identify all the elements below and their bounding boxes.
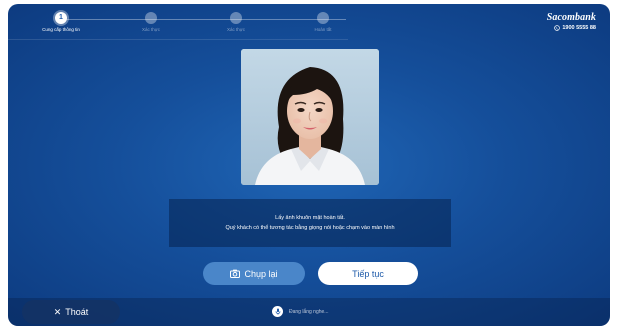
step-4: Hoàn tất	[288, 12, 358, 32]
sacombank-logo: Sacombank	[546, 12, 596, 23]
step-1-label: Cung cấp thông tin	[42, 27, 80, 32]
step-2-indicator	[145, 12, 157, 24]
mic-glyph	[275, 308, 280, 315]
hotline: 1900 5555 88	[547, 25, 596, 31]
step-3-label: Xác thực	[226, 27, 246, 32]
step-3: Xác thực	[201, 12, 271, 32]
continue-button[interactable]: Tiếp tục	[318, 262, 418, 285]
hotline-number: 1900 5555 88	[562, 25, 596, 31]
instruction-line-1: Lấy ảnh khuôn mặt hoàn tất.	[275, 215, 345, 221]
voice-listening-status: Đang lắng nghe...	[272, 306, 328, 317]
exit-button[interactable]: ✕ Thoát	[22, 300, 120, 324]
step-2-label: Xác thực	[141, 27, 161, 32]
camera-icon	[230, 269, 241, 278]
kiosk-screen: 1 Cung cấp thông tin Xác thực Xác thực H…	[8, 4, 610, 326]
portrait-image	[241, 49, 379, 185]
step-4-indicator	[317, 12, 329, 24]
progress-stepper: 1 Cung cấp thông tin Xác thực Xác thực H…	[26, 12, 356, 40]
close-icon: ✕	[53, 306, 62, 317]
instruction-box: Lấy ảnh khuôn mặt hoàn tất. Quý khách có…	[169, 199, 451, 247]
step-1-indicator: 1	[55, 12, 67, 24]
microphone-icon[interactable]	[272, 306, 283, 317]
step-2: Xác thực	[116, 12, 186, 32]
step-1: 1 Cung cấp thông tin	[26, 12, 96, 32]
instruction-line-2: Quý khách có thể tương tác bằng giọng nó…	[225, 225, 395, 231]
brand-block: Sacombank 1900 5555 88	[547, 12, 596, 31]
exit-label: Thoát	[65, 307, 89, 317]
retake-label: Chụp lại	[244, 268, 278, 279]
step-4-label: Hoàn tất	[314, 27, 332, 32]
step-3-indicator	[230, 12, 242, 24]
captured-face-photo	[241, 49, 379, 185]
retake-button[interactable]: Chụp lại	[203, 262, 305, 285]
listening-text: Đang lắng nghe...	[289, 308, 329, 315]
phone-icon	[554, 25, 561, 31]
continue-label: Tiếp tục	[352, 268, 384, 279]
header-divider	[8, 39, 348, 40]
